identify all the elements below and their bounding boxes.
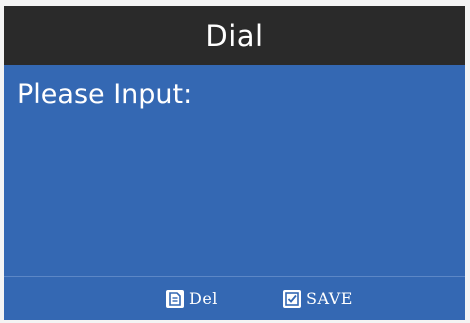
dial-screen: Dial Please Input: Del SAVE xyxy=(4,6,465,320)
device-frame: Dial Please Input: Del SAVE xyxy=(0,0,470,323)
title-bar: Dial xyxy=(4,6,465,65)
delete-doc-icon xyxy=(166,289,184,308)
input-area[interactable]: Please Input: xyxy=(4,65,465,274)
del-button[interactable]: Del xyxy=(166,289,218,308)
input-prompt: Please Input: xyxy=(17,79,193,110)
save-button[interactable]: SAVE xyxy=(283,289,353,308)
checkbox-icon xyxy=(283,289,301,308)
del-label: Del xyxy=(189,289,218,308)
save-label: SAVE xyxy=(306,289,353,308)
softkey-bar: Del SAVE xyxy=(4,277,465,320)
page-title: Dial xyxy=(205,18,264,53)
